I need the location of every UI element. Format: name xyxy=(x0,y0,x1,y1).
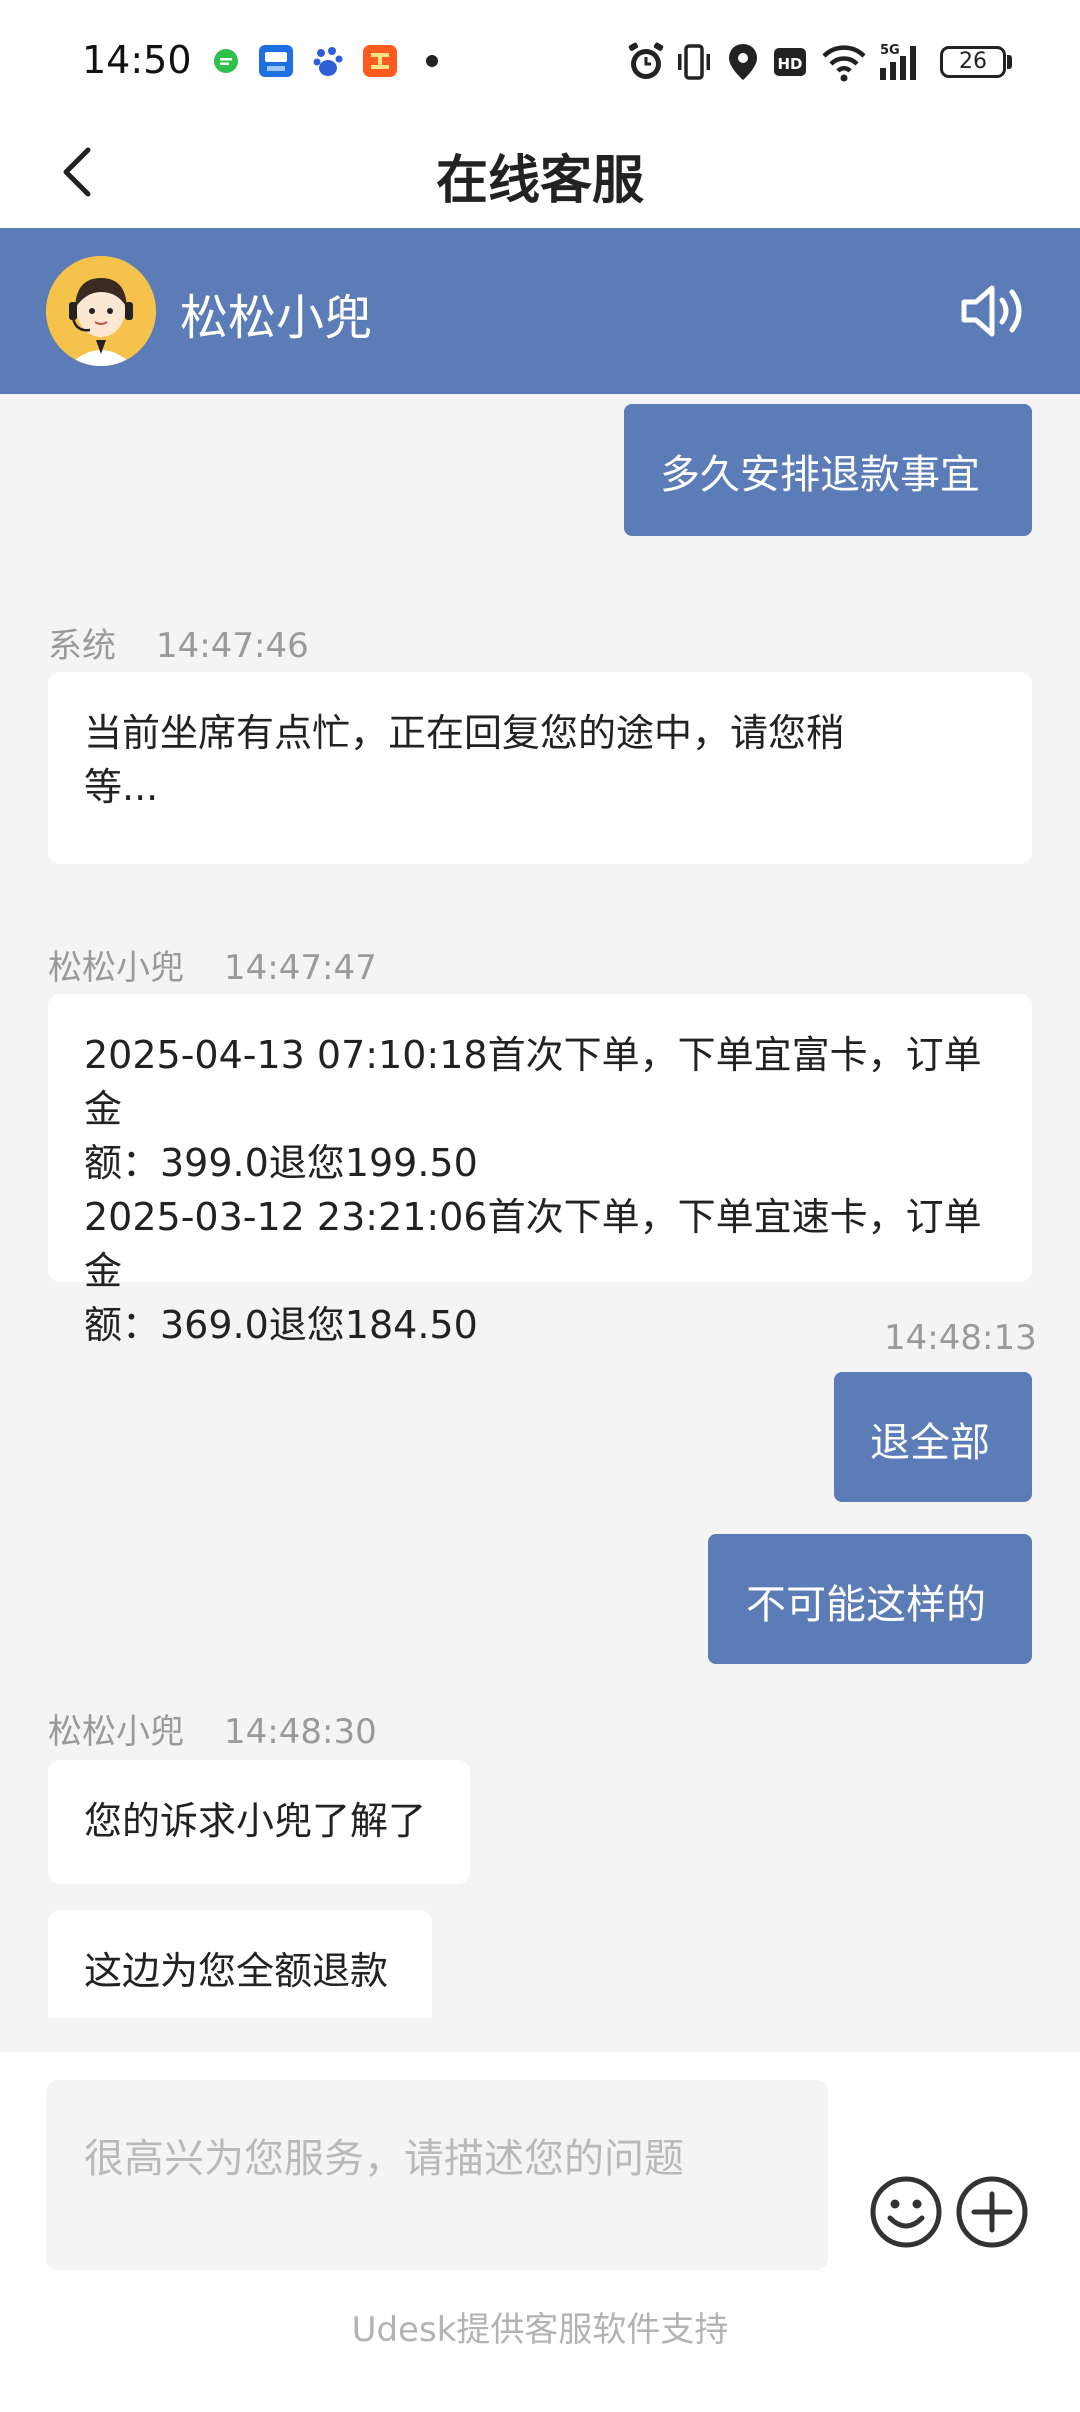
taobao-icon xyxy=(363,45,397,77)
alarm-icon xyxy=(628,42,664,79)
message-meta: 松松小兜 14:47:47 xyxy=(48,940,377,989)
message-time: 14:48:30 xyxy=(224,1712,377,1752)
message-bubble-incoming[interactable]: 这边为您全额退款 xyxy=(48,1910,432,2018)
message-bubble-outgoing[interactable]: 不可能这样的 xyxy=(708,1534,1032,1664)
input-area: 很高兴为您服务，请描述您的问题 Udesk提供客服软件支持 xyxy=(0,2052,1080,2412)
message-time: 14:47:47 xyxy=(224,948,377,988)
message-sender: 松松小兜 xyxy=(48,1712,184,1752)
message-bubble-outgoing[interactable]: 退全部 xyxy=(834,1372,1032,1502)
page-title: 在线客服 xyxy=(435,151,644,211)
battery-tip xyxy=(1007,55,1012,69)
speaker-icon[interactable] xyxy=(958,280,1030,342)
message-sender: 系统 xyxy=(48,626,116,666)
message-line: 2025-04-13 07:10:18首次下单，下单宜富卡，订单金 xyxy=(84,1033,982,1131)
message-bubble-incoming[interactable]: 当前坐席有点忙，正在回复您的途中，请您稍 等... xyxy=(48,672,1032,864)
message-meta: 松松小兜 14:48:30 xyxy=(48,1704,377,1753)
smiley-icon[interactable] xyxy=(868,2174,944,2250)
agent-avatar-icon xyxy=(46,256,156,366)
message-meta: 系统 14:47:46 xyxy=(48,618,309,667)
message-line: 额：399.0退您199.50 xyxy=(84,1141,478,1185)
location-icon xyxy=(729,44,757,80)
svg-text:5G: 5G xyxy=(880,43,900,58)
app-badge-icon xyxy=(259,45,293,77)
message-line: 等... xyxy=(84,765,159,809)
agent-header: 松松小兜 xyxy=(0,228,1080,394)
hd-icon: HD xyxy=(774,48,806,76)
message-text: 多久安排退款事宜 xyxy=(660,452,980,498)
message-input[interactable]: 很高兴为您服务，请描述您的问题 xyxy=(46,2080,828,2270)
5g-signal-icon: 5G xyxy=(880,43,916,80)
wifi-icon xyxy=(822,45,866,82)
powered-by-text: Udesk提供客服软件支持 xyxy=(351,2310,729,2350)
baidu-paw-icon xyxy=(313,47,343,76)
status-bar: 14:50 HD 5G 26 xyxy=(0,0,1080,120)
dot-icon xyxy=(426,55,438,67)
message-text: 您的诉求小兜了解了 xyxy=(84,1799,427,1843)
status-time: 14:50 xyxy=(82,38,192,82)
message-bubble-incoming[interactable]: 您的诉求小兜了解了 xyxy=(48,1760,470,1884)
message-line: 当前坐席有点忙，正在回复您的途中，请您稍 xyxy=(84,711,845,755)
message-time: 14:48:13 xyxy=(884,1318,1037,1358)
message-text: 这边为您全额退款 xyxy=(84,1949,389,1993)
message-time: 14:47:46 xyxy=(156,626,309,666)
input-placeholder: 很高兴为您服务，请描述您的问题 xyxy=(84,2136,684,2182)
message-line: 2025-03-12 23:21:06首次下单，下单宜速卡，订单金 xyxy=(84,1195,982,1293)
message-sender: 松松小兜 xyxy=(48,948,184,988)
title-bar: 在线客服 xyxy=(0,120,1080,228)
message-line: 额：369.0退您184.50 xyxy=(84,1303,478,1347)
message-bubble-outgoing[interactable]: 多久安排退款事宜 xyxy=(624,404,1032,536)
message-text: 不可能这样的 xyxy=(746,1582,986,1628)
message-bubble-icon xyxy=(214,49,238,73)
battery-icon: 26 xyxy=(940,46,1006,78)
svg-text:HD: HD xyxy=(777,55,802,73)
message-bubble-incoming[interactable]: 2025-04-13 07:10:18首次下单，下单宜富卡，订单金 额：399.… xyxy=(48,994,1032,1347)
agent-name: 松松小兜 xyxy=(180,290,373,346)
battery-level: 26 xyxy=(959,49,987,74)
message-text: 退全部 xyxy=(870,1420,990,1466)
plus-circle-icon[interactable] xyxy=(954,2174,1030,2250)
vibrate-icon xyxy=(678,44,710,80)
